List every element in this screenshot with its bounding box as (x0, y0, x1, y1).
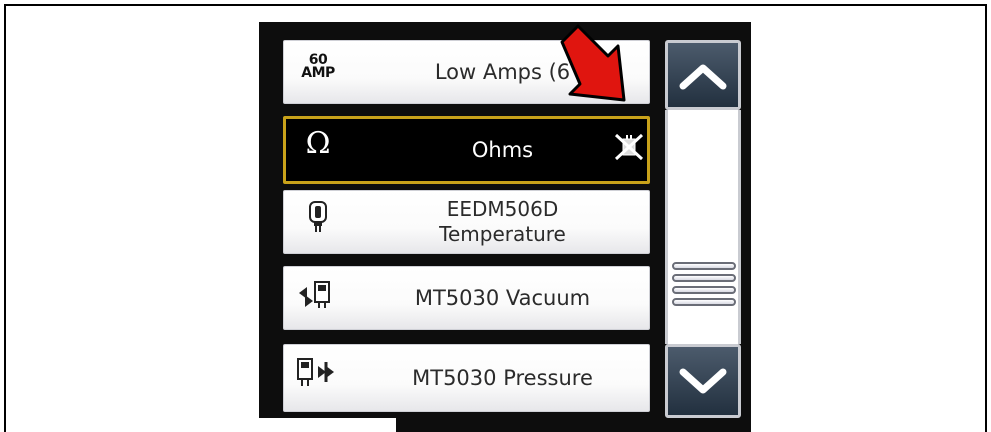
chevron-up-icon (679, 64, 727, 90)
list-item-ohms[interactable]: Ω Ohms (283, 116, 650, 184)
list-item-label: MT5030 Vacuum (414, 285, 591, 310)
scroll-up-button[interactable] (665, 40, 741, 110)
list-item-eedm506d-temperature[interactable]: EEDM506D Temperature (283, 190, 650, 254)
scroll-grip-icon[interactable] (672, 262, 736, 318)
list-item-label: EEDM506D Temperature (439, 197, 566, 246)
disconnected-lead-icon (613, 131, 645, 163)
scroll-down-button[interactable] (665, 344, 741, 418)
list-item-label: Ohms (471, 137, 534, 162)
red-arrow-icon (560, 24, 626, 102)
list-item-mt5030-pressure[interactable]: MT5030 Pressure (283, 344, 650, 412)
pressure-gauge-icon (296, 355, 336, 391)
list-item-mt5030-vacuum[interactable]: MT5030 Vacuum (283, 266, 650, 330)
temperature-probe-icon (298, 199, 338, 235)
vacuum-gauge-icon (296, 277, 336, 313)
scroll-track[interactable] (665, 110, 741, 344)
60-amp-icon: 60 AMP (301, 52, 335, 81)
list-item-label: MT5030 Pressure (412, 365, 593, 390)
omega-icon: Ω (305, 125, 331, 161)
background-gap (256, 418, 396, 432)
meter-screen: 60 AMP Low Amps (6 Ω Ohms EEDM506D Tempe… (259, 22, 751, 432)
chevron-down-icon (679, 368, 727, 394)
